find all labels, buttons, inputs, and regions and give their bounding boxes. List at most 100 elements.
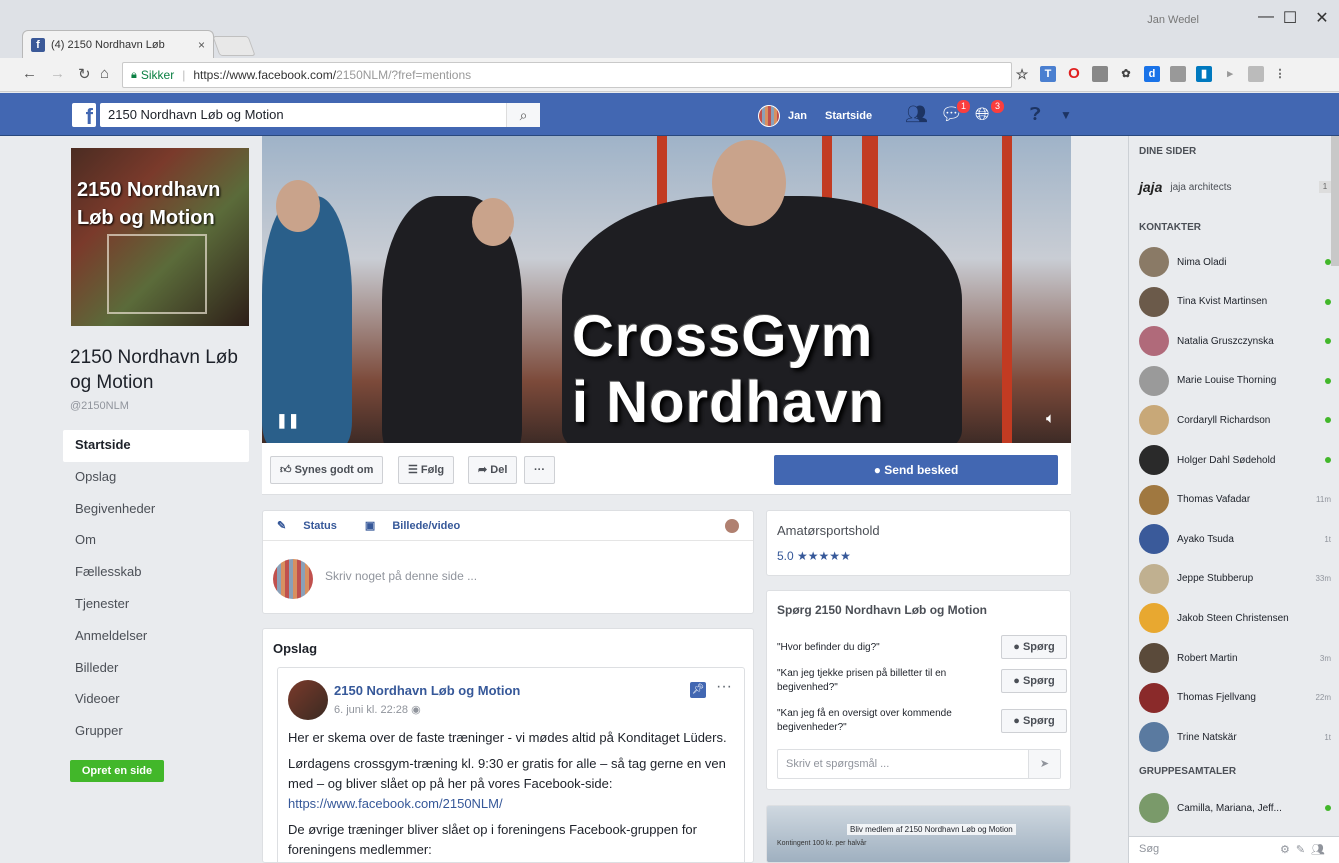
page-category[interactable]: Amatørsportshold xyxy=(777,523,880,538)
post-timestamp[interactable]: 6. juni kl. 22:28 ◉ xyxy=(334,703,421,716)
more-button[interactable]: ··· xyxy=(524,456,555,484)
trello-extension-icon[interactable]: ▮ xyxy=(1196,66,1212,82)
create-page-button[interactable]: Opret en side xyxy=(70,760,164,782)
post-avatar[interactable] xyxy=(288,680,328,720)
contact-name: Trine Natskär xyxy=(1177,731,1237,743)
group-chat-item[interactable]: Camilla, Mariana, Jeff... xyxy=(1139,792,1331,824)
extension-icon[interactable] xyxy=(1170,66,1186,82)
pause-icon[interactable]: ❚❚ xyxy=(276,412,299,429)
new-tab-button[interactable] xyxy=(212,36,256,56)
my-page-item[interactable]: jaja jaja architects 1 xyxy=(1139,176,1331,198)
scrollbar[interactable] xyxy=(1331,136,1339,266)
ask-button[interactable]: ● Spørg xyxy=(1001,709,1067,733)
facebook-logo-icon[interactable]: f xyxy=(72,103,96,127)
composer-tab-photo[interactable]: ▣ Billede/video xyxy=(365,519,474,532)
address-bar[interactable]: 🔒︎ Sikker | https://www.facebook.com/ 21… xyxy=(122,62,1012,88)
help-icon[interactable]: ❓︎ xyxy=(1030,104,1041,125)
ask-input[interactable]: Skriv et spørgsmål ... ➤ xyxy=(777,749,1061,779)
contact-item[interactable]: Tina Kvist Martinsen xyxy=(1139,286,1331,318)
star-icon: ★★★★★ xyxy=(797,549,851,563)
facebook-search-input[interactable]: 2150 Nordhavn Løb og Motion xyxy=(100,103,540,127)
notifications-badge: 3 xyxy=(990,99,1006,114)
like-button[interactable]: 👍︎ Synes godt om xyxy=(270,456,384,484)
close-window-icon[interactable]: ✕ xyxy=(1300,8,1339,28)
chat-options-icon[interactable]: ⚙✎👥︎ xyxy=(1280,843,1331,856)
forward-icon[interactable]: → xyxy=(50,65,65,82)
friend-requests-icon[interactable]: 👥︎ xyxy=(905,104,928,125)
contact-item[interactable]: Trine Natskär 1t xyxy=(1139,721,1331,753)
rating-value[interactable]: 5.0 ★★★★★ xyxy=(777,549,851,563)
bookmark-star-icon[interactable]: ☆ xyxy=(1014,66,1030,82)
last-active-label: 11m xyxy=(1316,495,1331,505)
page-profile-picture[interactable]: 2150 Nordhavn Løb og Motion xyxy=(71,148,249,326)
avatar xyxy=(758,105,780,127)
ask-button[interactable]: ● Spørg xyxy=(1001,635,1067,659)
home-link[interactable]: Startside xyxy=(825,110,872,122)
contact-item[interactable]: Nima Oladi xyxy=(1139,246,1331,278)
ask-button[interactable]: ● Spørg xyxy=(1001,669,1067,693)
send-icon[interactable]: ➤ xyxy=(1028,750,1060,778)
contact-item[interactable]: Ayako Tsuda 1t xyxy=(1139,523,1331,555)
rating-card: Amatørsportshold 5.0 ★★★★★ xyxy=(766,510,1071,576)
docs-extension-icon[interactable]: d xyxy=(1144,66,1160,82)
composer-tab-status[interactable]: ✎ Status xyxy=(277,519,351,532)
reload-icon[interactable]: ↻ xyxy=(78,65,91,83)
contact-item[interactable]: Marie Louise Thorning xyxy=(1139,365,1331,397)
post-author[interactable]: 2150 Nordhavn Løb og Motion xyxy=(334,683,520,698)
audience-selector[interactable] xyxy=(725,519,739,533)
window-user-label[interactable]: Jan Wedel xyxy=(1147,14,1199,26)
settings-extension-icon[interactable]: ✿ xyxy=(1118,66,1134,82)
share-button[interactable]: ➦ Del xyxy=(468,456,518,484)
page-nav-item[interactable]: Grupper xyxy=(63,716,249,748)
browser-tab[interactable]: f (4) 2150 Nordhavn Løb × xyxy=(22,30,214,58)
page-nav-item[interactable]: Tjenester xyxy=(63,589,249,621)
page-nav-item[interactable]: Opslag xyxy=(63,462,249,494)
send-message-button[interactable]: ● Send besked xyxy=(774,455,1058,485)
ask-button-label: Spørg xyxy=(1022,641,1055,653)
pin-icon[interactable]: 📌︎ xyxy=(690,682,706,698)
contact-item[interactable]: Thomas Vafadar 11m xyxy=(1139,484,1331,516)
group-promo-card[interactable]: Bliv medlem af 2150 Nordhavn Løb og Moti… xyxy=(766,805,1071,863)
search-icon[interactable]: ⌕ xyxy=(506,103,540,127)
rss-icon: ☰ xyxy=(408,464,421,476)
chat-search-input[interactable]: Søg ⚙✎👥︎ xyxy=(1129,836,1339,863)
account-menu-chevron-down-icon[interactable]: ▼ xyxy=(1060,108,1072,122)
menu-icon[interactable]: ⋮ xyxy=(1272,66,1288,82)
back-icon[interactable]: ← xyxy=(22,65,37,82)
tab-close-icon[interactable]: × xyxy=(198,38,205,52)
page-nav-item[interactable]: Om xyxy=(63,525,249,557)
cover-title: CrossGym i Nordhavn xyxy=(572,304,885,436)
tag-extension-icon[interactable]: ▸ xyxy=(1222,66,1238,82)
extension-icon[interactable] xyxy=(1092,66,1108,82)
translate-extension-icon[interactable]: T xyxy=(1040,66,1056,82)
post-link[interactable]: https://www.facebook.com/2150NLM/ xyxy=(288,796,503,811)
contact-item[interactable]: Jakob Steen Christensen xyxy=(1139,602,1331,634)
posts-section: Opslag 2150 Nordhavn Løb og Motion 6. ju… xyxy=(262,628,754,863)
extension-icon[interactable] xyxy=(1248,66,1264,82)
contact-item[interactable]: Thomas Fjellvang 22m xyxy=(1139,682,1331,714)
page-nav-item[interactable]: Fællesskab xyxy=(63,557,249,589)
page-title[interactable]: 2150 Nordhavn Løb og Motion xyxy=(70,345,255,395)
contact-item[interactable]: Robert Martin 3m xyxy=(1139,642,1331,674)
volume-icon[interactable]: 🔈︎ xyxy=(1046,410,1055,427)
cover-video[interactable]: CrossGym i Nordhavn ❚❚ 🔈︎ xyxy=(262,136,1071,443)
avatar xyxy=(1139,365,1169,396)
opera-extension-icon[interactable]: O xyxy=(1066,66,1082,82)
page-nav-item[interactable]: Startside xyxy=(63,430,249,462)
contact-item[interactable]: Natalia Gruszczynska xyxy=(1139,325,1331,357)
contact-item[interactable]: Holger Dahl Sødehold xyxy=(1139,444,1331,476)
avatar xyxy=(1139,682,1169,713)
page-nav-item[interactable]: Anmeldelser xyxy=(63,621,249,653)
post-options-icon[interactable]: ··· xyxy=(716,678,732,696)
home-icon[interactable]: ⌂ xyxy=(100,65,109,82)
notifications-icon[interactable]: 🌐︎ xyxy=(975,104,989,125)
page-handle[interactable]: @2150NLM xyxy=(70,400,129,412)
composer-input[interactable]: Skriv noget på denne side ... xyxy=(325,569,477,583)
follow-button[interactable]: ☰ Følg xyxy=(398,456,455,484)
contact-item[interactable]: Cordaryll Richardson xyxy=(1139,404,1331,436)
contact-item[interactable]: Jeppe Stubberup 33m xyxy=(1139,563,1331,595)
page-nav-item[interactable]: Billeder xyxy=(63,653,249,685)
profile-link[interactable]: Jan xyxy=(758,105,807,127)
page-nav-item[interactable]: Begivenheder xyxy=(63,494,249,526)
page-nav-item[interactable]: Videoer xyxy=(63,684,249,716)
